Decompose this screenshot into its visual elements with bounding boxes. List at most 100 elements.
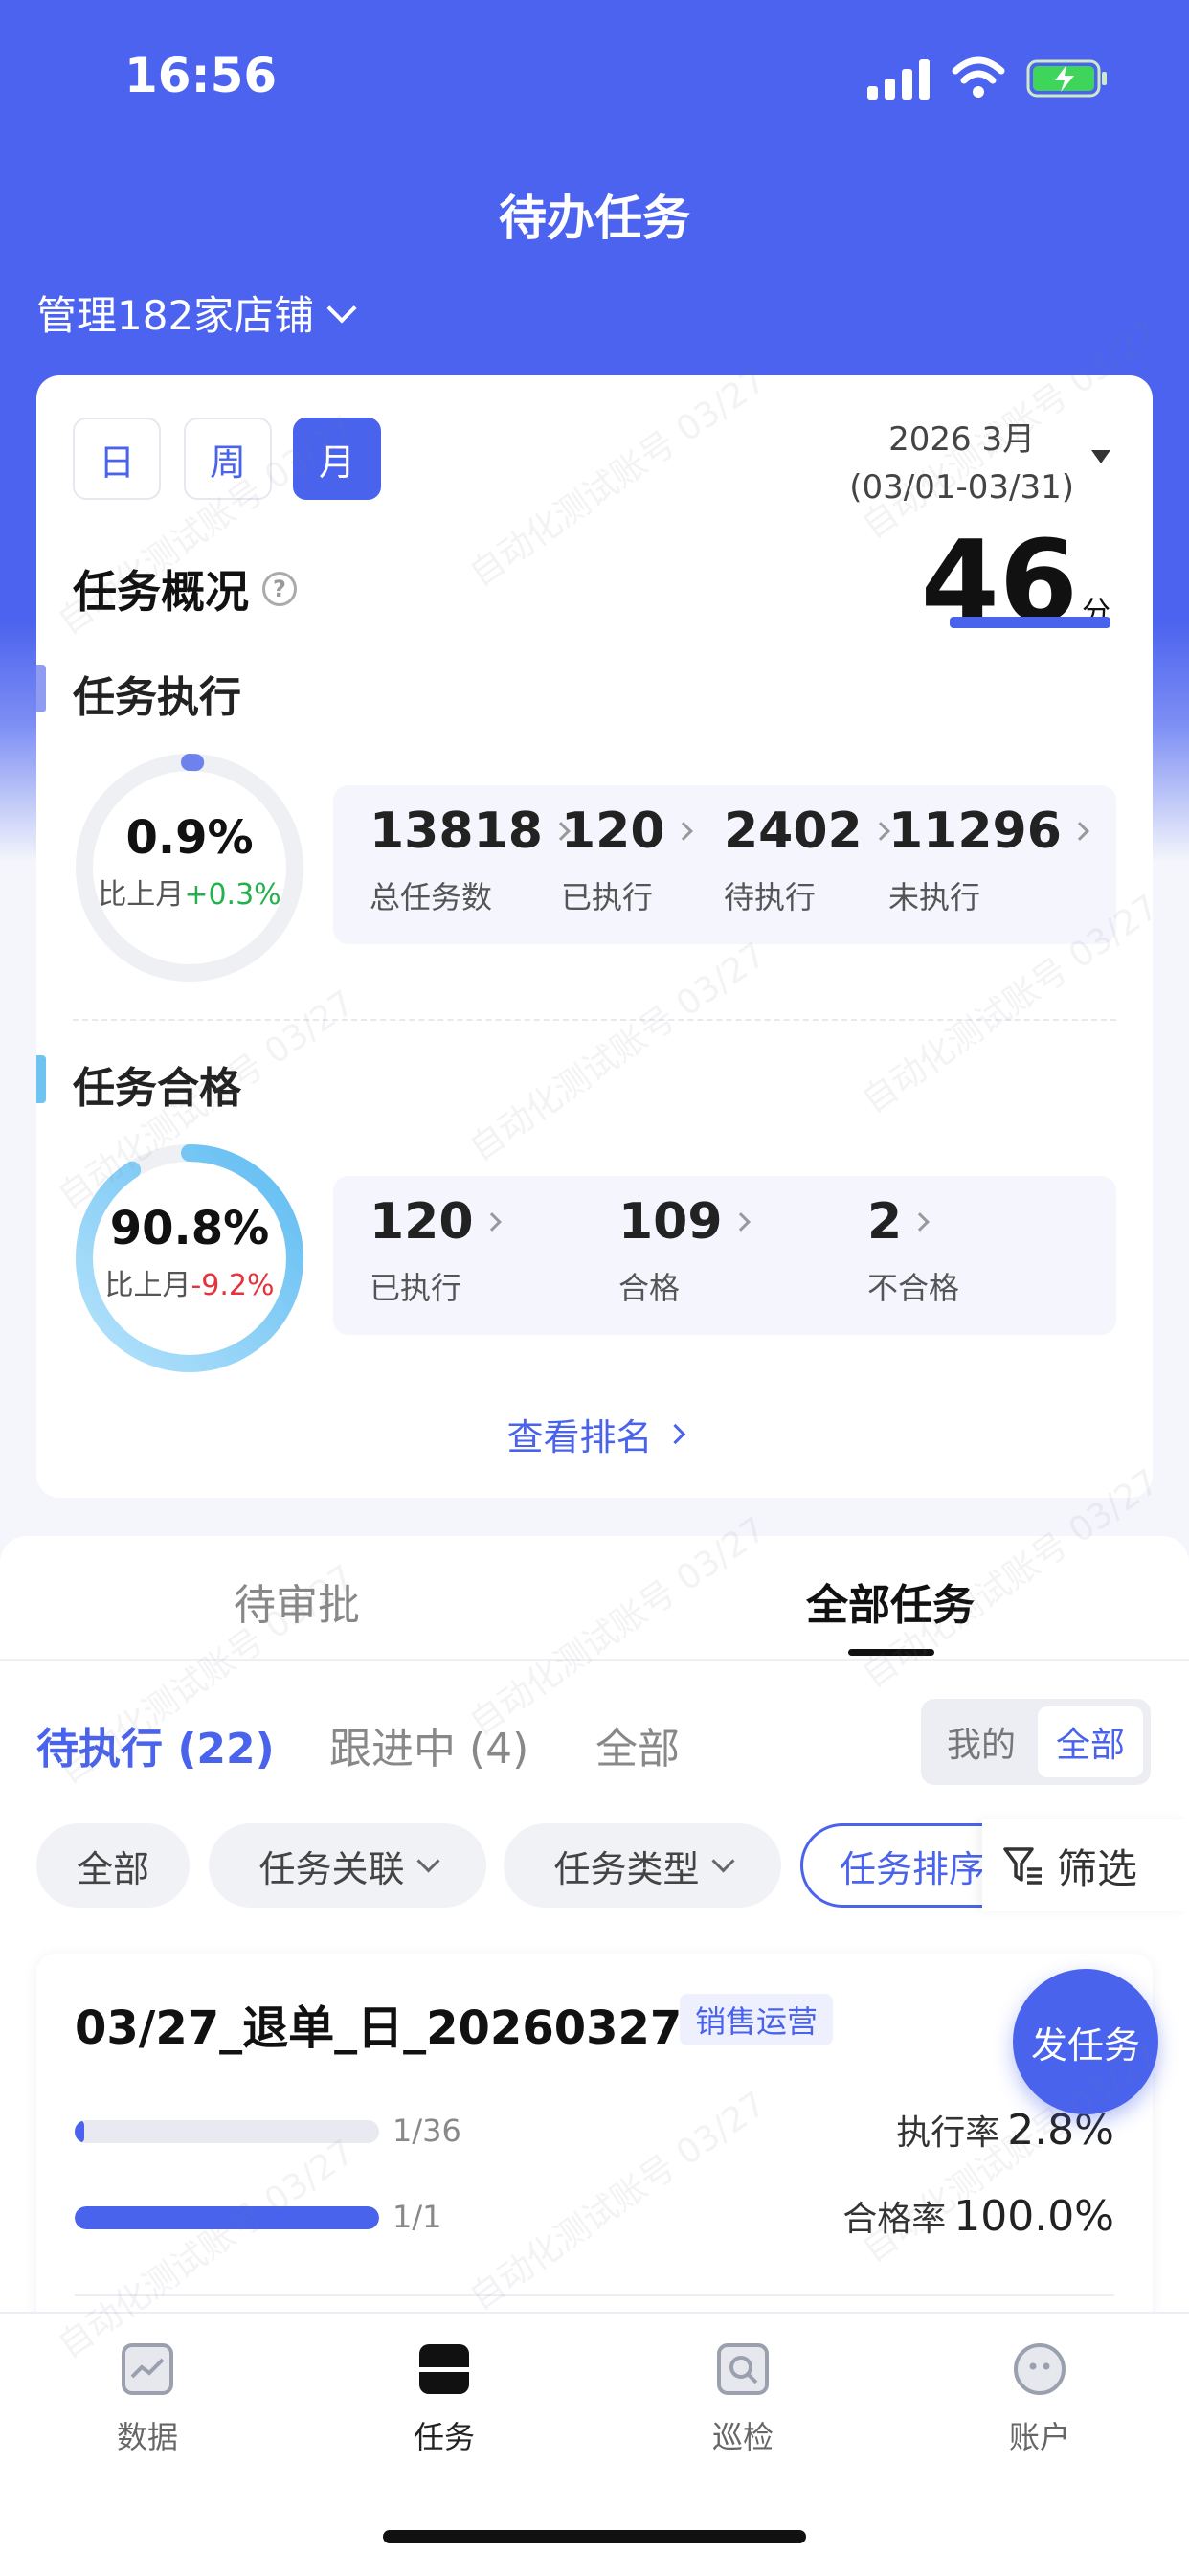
date-range-picker[interactable]: 2026 3月 (03/01-03/31) bbox=[849, 416, 1074, 511]
chevron-right-icon bbox=[673, 822, 693, 841]
nav-data[interactable]: 数据 bbox=[52, 2342, 243, 2457]
nav-inspection[interactable]: 巡检 bbox=[647, 2342, 839, 2457]
chip-all[interactable]: 全部 bbox=[36, 1823, 190, 1908]
date-span: (03/01-03/31) bbox=[849, 468, 1074, 507]
execution-compare: 比上月+0.3% bbox=[73, 870, 306, 913]
stat-label: 待执行 bbox=[724, 879, 817, 915]
status-time: 16:56 bbox=[124, 48, 278, 103]
subtab-pending[interactable]: 待执行 (22) bbox=[36, 1714, 275, 1775]
stat-total[interactable]: 13818 总任务数 bbox=[370, 802, 571, 917]
help-icon[interactable]: ? bbox=[262, 572, 297, 606]
rate-label: 执行率 bbox=[896, 2113, 1000, 2153]
qualified-rate: 90.8% bbox=[109, 1202, 270, 1255]
tab-all-tasks[interactable]: 全部任务 bbox=[806, 1570, 975, 1632]
qualified-stats: 120 已执行 109 合格 2 不合格 bbox=[333, 1176, 1116, 1335]
period-day-button[interactable]: 日 bbox=[73, 418, 161, 500]
period-week-button[interactable]: 周 bbox=[184, 418, 272, 500]
chart-icon bbox=[122, 2343, 173, 2395]
page-title: 待办任务 bbox=[499, 191, 690, 246]
compare-label: 比上月 bbox=[104, 1269, 191, 1302]
nav-label: 数据 bbox=[116, 2419, 178, 2455]
store-selector[interactable]: 管理182家店铺 bbox=[36, 283, 357, 342]
compare-value: +0.3% bbox=[184, 878, 281, 912]
chip-label: 任务排序 bbox=[840, 1847, 986, 1890]
execution-stats: 13818 总任务数 120 已执行 2402 待执行 11296 未执行 bbox=[333, 785, 1116, 944]
stat-value: 2 bbox=[867, 1193, 903, 1251]
execution-rate-text: 0.9% 比上月+0.3% bbox=[73, 811, 306, 913]
execution-progress-fill bbox=[75, 2120, 84, 2143]
task-card[interactable]: 03/27_退单_日_20260327 销售运营 1/36 执行率 2.8% 1/… bbox=[36, 1954, 1153, 2337]
scope-toggle: 我的 全部 bbox=[921, 1699, 1151, 1785]
task-title: 03/27_退单_日_20260327 bbox=[75, 2001, 683, 2055]
overview-title: 任务概况 ? bbox=[73, 557, 297, 621]
caret-down-icon[interactable] bbox=[1091, 450, 1110, 463]
chevron-down-icon bbox=[326, 292, 357, 324]
view-ranking-label: 查看排名 bbox=[506, 1416, 653, 1458]
store-selector-label: 管理182家店铺 bbox=[36, 292, 315, 339]
nav-tasks[interactable]: 任务 bbox=[348, 2342, 540, 2457]
pass-rate: 合格率 100.0% bbox=[842, 2191, 1114, 2241]
view-ranking-link[interactable]: 查看排名 bbox=[36, 1408, 1153, 1460]
section-marker bbox=[36, 1055, 46, 1103]
stat-label: 已执行 bbox=[561, 879, 654, 915]
scope-mine[interactable]: 我的 bbox=[929, 1706, 1034, 1777]
stat-value: 120 bbox=[561, 802, 665, 860]
stat-label: 未执行 bbox=[888, 879, 981, 915]
score-underline bbox=[950, 617, 1110, 628]
subtab-all[interactable]: 全部 bbox=[595, 1714, 680, 1775]
chip-label: 任务关联 bbox=[258, 1847, 405, 1890]
period-month-button[interactable]: 月 bbox=[293, 418, 381, 500]
signal-icon bbox=[867, 57, 931, 100]
filter-button[interactable]: 筛选 bbox=[982, 1819, 1189, 1911]
overview-card: 日 周 月 2026 3月 (03/01-03/31) 任务概况 ? 46 分 … bbox=[36, 375, 1153, 1498]
chevron-right-icon bbox=[730, 1212, 751, 1232]
pass-progress-fill bbox=[75, 2206, 379, 2229]
stat-not-executed[interactable]: 11296 未执行 bbox=[888, 802, 1089, 917]
task-icon bbox=[419, 2344, 469, 2394]
stat-value: 120 bbox=[370, 1193, 474, 1251]
account-icon bbox=[1014, 2343, 1066, 2395]
chip-task-relation[interactable]: 任务关联 bbox=[209, 1823, 486, 1908]
tab-indicator bbox=[848, 1649, 934, 1656]
stat-executed[interactable]: 120 已执行 bbox=[370, 1193, 502, 1308]
wifi-icon bbox=[952, 56, 1005, 98]
battery-icon bbox=[1026, 59, 1107, 98]
chip-label: 全部 bbox=[76, 1847, 149, 1890]
stat-label: 不合格 bbox=[867, 1270, 960, 1306]
chevron-down-icon bbox=[710, 1848, 735, 1873]
publish-task-button[interactable]: 发任务 bbox=[1013, 1969, 1158, 2114]
pass-progress-bar bbox=[75, 2206, 379, 2229]
chevron-right-icon bbox=[1070, 822, 1089, 841]
chevron-right-icon bbox=[910, 1212, 931, 1232]
chevron-right-icon bbox=[870, 822, 890, 841]
stat-label: 总任务数 bbox=[370, 879, 493, 915]
nav-label: 巡检 bbox=[711, 2419, 774, 2455]
filter-icon bbox=[1003, 1847, 1042, 1885]
chip-task-type[interactable]: 任务类型 bbox=[504, 1823, 781, 1908]
scope-all[interactable]: 全部 bbox=[1038, 1706, 1143, 1777]
qualified-compare: 比上月-9.2% bbox=[73, 1261, 306, 1303]
rate-value: 100.0% bbox=[953, 2192, 1114, 2241]
execution-fraction: 1/36 bbox=[393, 2113, 461, 2149]
tab-pending-approval[interactable]: 待审批 bbox=[234, 1570, 360, 1632]
nav-label: 任务 bbox=[413, 2419, 475, 2455]
subtab-following[interactable]: 跟进中 (4) bbox=[329, 1714, 528, 1775]
overview-title-text: 任务概况 bbox=[73, 566, 249, 618]
stat-qualified[interactable]: 109 合格 bbox=[618, 1193, 751, 1308]
stat-value: 109 bbox=[618, 1193, 723, 1251]
qualified-rate-text: 90.8% 比上月-9.2% bbox=[73, 1202, 306, 1303]
execution-rate: 0.9% bbox=[125, 811, 254, 865]
stat-executed[interactable]: 120 已执行 bbox=[561, 802, 693, 917]
stat-pending[interactable]: 2402 待执行 bbox=[724, 802, 890, 917]
section-divider bbox=[73, 1019, 1116, 1021]
chevron-right-icon bbox=[482, 1212, 502, 1232]
compare-label: 比上月 bbox=[98, 878, 185, 912]
stat-unqualified[interactable]: 2 不合格 bbox=[867, 1193, 959, 1308]
nav-account[interactable]: 账户 bbox=[944, 2342, 1135, 2457]
execution-section-title: 任务执行 bbox=[73, 673, 241, 722]
home-indicator bbox=[383, 2530, 806, 2543]
qualified-section-title: 任务合格 bbox=[73, 1064, 241, 1113]
stat-value: 11296 bbox=[888, 802, 1062, 860]
pass-fraction: 1/1 bbox=[393, 2199, 442, 2235]
stat-value: 2402 bbox=[724, 802, 863, 860]
